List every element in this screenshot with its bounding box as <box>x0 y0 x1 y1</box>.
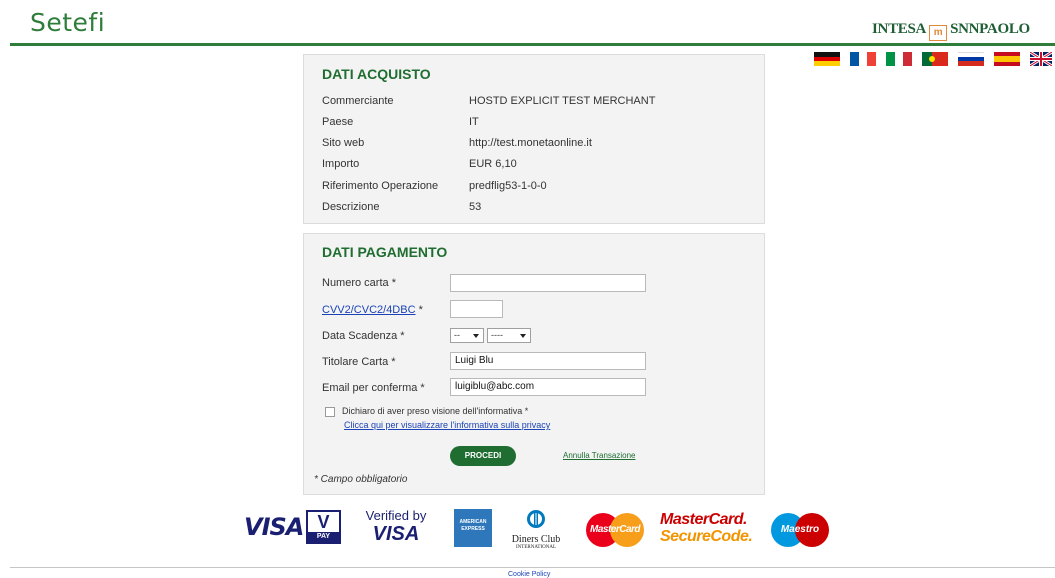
v-pay-top: V <box>317 512 330 532</box>
expiry-label: Data Scadenza * <box>322 330 405 342</box>
securecode-top: MasterCard. <box>660 511 747 528</box>
holder-label: Titolare Carta * <box>322 356 396 368</box>
cookie-policy-link[interactable]: Cookie Policy <box>508 571 550 578</box>
chevron-down-icon <box>520 334 526 338</box>
amex-bottom: EXPRESS <box>461 526 485 532</box>
header-divider <box>10 43 1055 46</box>
chevron-down-icon <box>473 334 479 338</box>
mastercard-securecode-logo: MasterCard. SecureCode. <box>660 511 760 545</box>
cancel-transaction-link[interactable]: Annulla Transazione <box>563 451 636 460</box>
privacy-consent-label: Dichiaro di aver preso visione dell'info… <box>342 406 529 416</box>
description-label: Descrizione <box>322 201 380 213</box>
cvv-input[interactable] <box>450 300 503 318</box>
flag-france-icon[interactable] <box>850 52 876 66</box>
reference-label: Riferimento Operazione <box>322 180 439 192</box>
diners-club-icon <box>527 510 545 528</box>
flag-russia-icon[interactable] <box>958 52 984 66</box>
expiry-month-select[interactable]: -- <box>450 328 484 343</box>
email-label: Email per conferma * <box>322 382 425 394</box>
verified-by-text: Verified by <box>365 508 427 523</box>
purchase-title: DATI ACQUISTO <box>322 66 431 82</box>
diners-international-text: INTERNATIONAL <box>516 545 556 550</box>
website-label: Sito web <box>322 137 365 149</box>
required-field-note: * Campo obbligatorio <box>314 474 408 485</box>
card-number-label: Numero carta * <box>322 277 396 289</box>
maestro-text: Maestro <box>780 524 820 535</box>
email-input[interactable]: luigiblu@abc.com <box>450 378 646 396</box>
securecode-bottom: SecureCode. <box>660 528 753 545</box>
payment-logos: VISA V PAY Verified by VISA AMERICAN EXP… <box>0 505 1055 555</box>
reference-value: predflig53-1-0-0 <box>469 180 547 192</box>
description-value: 53 <box>469 201 482 213</box>
mastercard-logo: MasterCard <box>586 513 644 547</box>
cvv-info-link[interactable]: CVV2/CVC2/4DBC <box>322 304 416 316</box>
diners-club-text: Diners Club <box>511 534 561 545</box>
v-pay-bottom: PAY <box>308 532 339 542</box>
flag-spain-icon[interactable] <box>994 52 1020 66</box>
maestro-logo: Maestro <box>771 513 831 547</box>
footer-divider <box>10 567 1055 568</box>
privacy-policy-link[interactable]: Clicca qui per visualizzare l'informativ… <box>344 420 550 430</box>
flag-italy-icon[interactable] <box>886 52 912 66</box>
amount-label: Importo <box>322 158 360 170</box>
payment-details-panel: DATI PAGAMENTO Numero carta * CVV2/CVC2/… <box>303 233 765 495</box>
expiry-year-select[interactable]: ---- <box>487 328 531 343</box>
american-express-logo: AMERICAN EXPRESS <box>454 509 492 547</box>
bank-name-right: SNNPAOLO <box>950 21 1030 37</box>
amount-value: EUR 6,10 <box>469 158 517 170</box>
page-header: Setefi INTESA m SNNPAOLO <box>0 0 1055 46</box>
flag-uk-icon[interactable] <box>1030 52 1052 66</box>
website-value: http://test.monetaonline.it <box>469 137 592 149</box>
proceed-button[interactable]: PROCEDI <box>450 446 516 466</box>
mastercard-text: MasterCard <box>589 524 641 535</box>
country-label: Paese <box>322 116 354 128</box>
bank-name-left: INTESA <box>872 21 927 37</box>
setefi-logo: Setefi <box>30 8 106 37</box>
cvv-label: CVV2/CVC2/4DBC * <box>322 304 423 316</box>
flag-germany-icon[interactable] <box>814 52 840 66</box>
merchant-label: Commerciante <box>322 95 394 107</box>
bank-mark-icon: m <box>929 25 948 41</box>
expiry-year-value: ---- <box>491 330 503 340</box>
expiry-month-value: -- <box>454 330 460 340</box>
visa-logo: VISA <box>244 513 304 541</box>
verified-visa-text: VISA <box>372 523 420 545</box>
cvv-required-mark: * <box>415 304 423 316</box>
flag-portugal-icon[interactable] <box>922 52 948 66</box>
card-number-input[interactable] <box>450 274 646 292</box>
payment-title: DATI PAGAMENTO <box>322 244 448 260</box>
amex-top: AMERICAN <box>459 519 487 525</box>
purchase-details-panel: DATI ACQUISTO Commerciante HOSTD EXPLICI… <box>303 54 765 224</box>
merchant-value: HOSTD EXPLICIT TEST MERCHANT <box>469 95 656 107</box>
privacy-consent-checkbox[interactable] <box>325 407 335 417</box>
verified-by-visa-logo: Verified by VISA <box>356 508 436 546</box>
intesa-sanpaolo-logo: INTESA m SNNPAOLO <box>872 21 1030 41</box>
country-value: IT <box>469 116 479 128</box>
flag-uk-graphic <box>1030 52 1052 66</box>
holder-input[interactable]: Luigi Blu <box>450 352 646 370</box>
v-pay-logo: V PAY <box>306 510 341 544</box>
diners-club-logo: Diners Club INTERNATIONAL <box>506 509 566 551</box>
